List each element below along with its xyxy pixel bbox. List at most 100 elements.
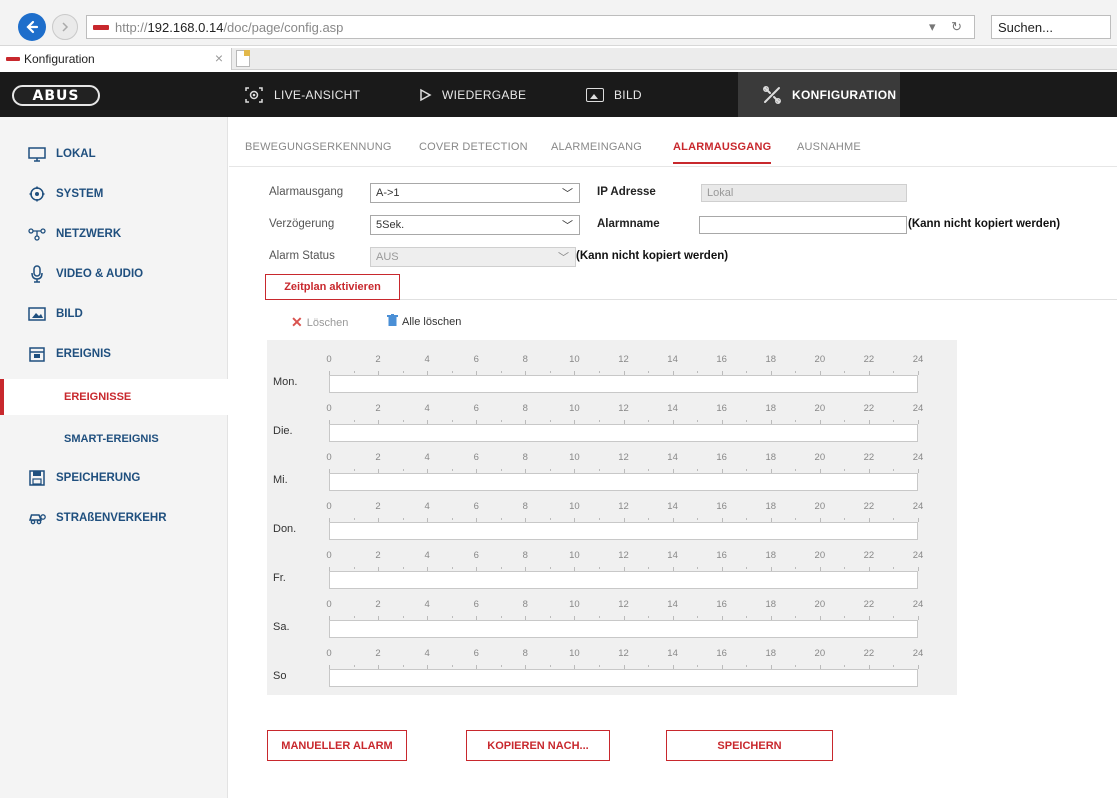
sidebar-subitem-ereignisse[interactable]: EREIGNISSE: [0, 379, 228, 415]
hour-label: 4: [424, 648, 430, 659]
sidebar-item-netzwerk[interactable]: NETZWERK: [0, 216, 228, 252]
sidebar-item-video-audio[interactable]: VIDEO & AUDIO: [0, 256, 228, 292]
hour-label: 2: [375, 599, 381, 610]
hour-label: 24: [912, 501, 924, 512]
delete-all-button[interactable]: Alle löschen: [387, 314, 461, 330]
hour-tick: [697, 420, 699, 422]
hour-tick: [353, 665, 355, 667]
hour-tick: [353, 469, 355, 471]
schedule-bar[interactable]: [329, 669, 918, 687]
microphone-icon: [28, 265, 46, 283]
hour-tick: [500, 518, 502, 520]
hour-label: 10: [569, 599, 580, 610]
network-icon: [28, 227, 46, 241]
hour-label: 14: [667, 648, 678, 659]
manual-alarm-button[interactable]: MANUELLER ALARM: [267, 730, 407, 761]
hour-label: 4: [424, 354, 430, 365]
sidebar-subitem-smart-ereignis[interactable]: SMART-EREIGNIS: [0, 421, 228, 457]
hour-tick: [549, 665, 551, 667]
forward-button[interactable]: [52, 14, 78, 40]
storage-icon: [28, 470, 46, 486]
schedule-bar[interactable]: [329, 424, 918, 442]
back-button[interactable]: [18, 13, 46, 41]
refresh-icon[interactable]: ▾ ↻: [929, 19, 968, 35]
delete-button[interactable]: ✕ Löschen: [291, 314, 348, 331]
day-label: Mon.: [273, 376, 298, 388]
tab-alarmausgang[interactable]: ALARMAUSGANG: [673, 141, 772, 164]
hour-label: 8: [522, 599, 528, 610]
save-button[interactable]: SPEICHERN: [666, 730, 833, 761]
tab-bewegungserkennung[interactable]: BEWEGUNGSERKENNUNG: [245, 141, 392, 153]
address-bar[interactable]: http://192.168.0.14/doc/page/config.asp …: [86, 15, 975, 39]
hour-label: 8: [522, 501, 528, 512]
browser-toolbar: http://192.168.0.14/doc/page/config.asp …: [0, 0, 1117, 46]
hour-label: 20: [814, 501, 826, 512]
main-content: BEWEGUNGSERKENNUNG COVER DETECTION ALARM…: [229, 117, 1117, 798]
site-favicon-icon: [93, 24, 109, 30]
hour-tick: [697, 616, 699, 618]
nav-configuration[interactable]: KONFIGURATION: [738, 72, 900, 117]
hour-label: 10: [569, 501, 580, 512]
sidebar-item-bild[interactable]: BILD: [0, 296, 228, 332]
tab-cover-detection[interactable]: COVER DETECTION: [419, 141, 528, 153]
schedule-bar[interactable]: [329, 473, 918, 491]
alarm-status-note: (Kann nicht kopiert werden): [576, 250, 729, 262]
sidebar-item-strassenverkehr[interactable]: STRAßENVERKEHR: [0, 500, 228, 536]
alarmausgang-value: A->1: [376, 187, 400, 199]
schedule-bar[interactable]: [329, 522, 918, 540]
hour-tick: [648, 567, 650, 569]
day-label: Die.: [273, 425, 293, 437]
ip-address-label: IP Adresse: [597, 186, 656, 198]
main-navigation: ABUS LIVE-ANSICHT WIEDERGABE BILD KONFIG…: [0, 72, 1117, 117]
tab-ausnahme[interactable]: AUSNAHME: [797, 141, 861, 153]
nav-image[interactable]: BILD: [586, 72, 642, 117]
sidebar-item-lokal[interactable]: LOKAL: [0, 136, 228, 172]
hour-tick: [795, 665, 797, 667]
hour-tick: [795, 469, 797, 471]
hour-tick: [844, 567, 846, 569]
trash-icon: [387, 314, 398, 330]
sidebar-item-speicherung[interactable]: SPEICHERUNG: [0, 460, 228, 496]
hour-tick: [402, 420, 404, 422]
hour-label: 20: [814, 403, 826, 414]
hour-tick: [648, 420, 650, 422]
nav-live-view[interactable]: LIVE-ANSICHT: [244, 72, 360, 117]
zeitplan-aktivieren-button[interactable]: Zeitplan aktivieren: [265, 274, 400, 300]
hour-label: 4: [424, 599, 430, 610]
hour-label: 2: [375, 501, 381, 512]
hour-tick: [844, 469, 846, 471]
sidebar-item-ereignis[interactable]: EREIGNIS: [0, 336, 228, 372]
alarmname-label: Alarmname: [597, 218, 660, 230]
hour-tick: [451, 518, 453, 520]
hour-label: 10: [569, 452, 580, 463]
schedule-bar[interactable]: [329, 375, 918, 393]
alarm-status-value: AUS: [376, 251, 399, 263]
day-label: Don.: [273, 523, 297, 535]
nav-playback[interactable]: WIEDERGABE: [418, 72, 526, 117]
hour-label: 20: [814, 550, 826, 561]
schedule-bar[interactable]: [329, 620, 918, 638]
hour-label: 8: [522, 648, 528, 659]
schedule-bar[interactable]: [329, 571, 918, 589]
verzoegerung-value: 5Sek.: [376, 219, 405, 231]
close-tab-icon[interactable]: ×: [215, 50, 223, 66]
alarmausgang-label: Alarmausgang: [269, 186, 344, 198]
sidebar-item-system[interactable]: SYSTEM: [0, 176, 228, 212]
alarmname-input[interactable]: [699, 216, 907, 234]
tab-alarmeingang[interactable]: ALARMEINGANG: [551, 141, 642, 153]
alarmausgang-select[interactable]: A->1 ﹀: [370, 183, 580, 203]
hour-label: 14: [667, 501, 678, 512]
hour-tick: [697, 469, 699, 471]
hour-tick: [500, 665, 502, 667]
hour-label: 24: [912, 403, 924, 414]
new-tab-button[interactable]: [236, 50, 250, 67]
search-input[interactable]: Suchen...: [991, 15, 1111, 39]
browser-tab[interactable]: Konfiguration ×: [0, 48, 232, 70]
hour-tick: [746, 420, 748, 422]
hour-tick: [648, 469, 650, 471]
hour-tick: [353, 518, 355, 520]
verzoegerung-select[interactable]: 5Sek. ﹀: [370, 215, 580, 235]
hour-tick: [746, 469, 748, 471]
copy-to-button[interactable]: KOPIEREN NACH...: [466, 730, 610, 761]
sidebar-item-label: NETZWERK: [56, 228, 122, 240]
